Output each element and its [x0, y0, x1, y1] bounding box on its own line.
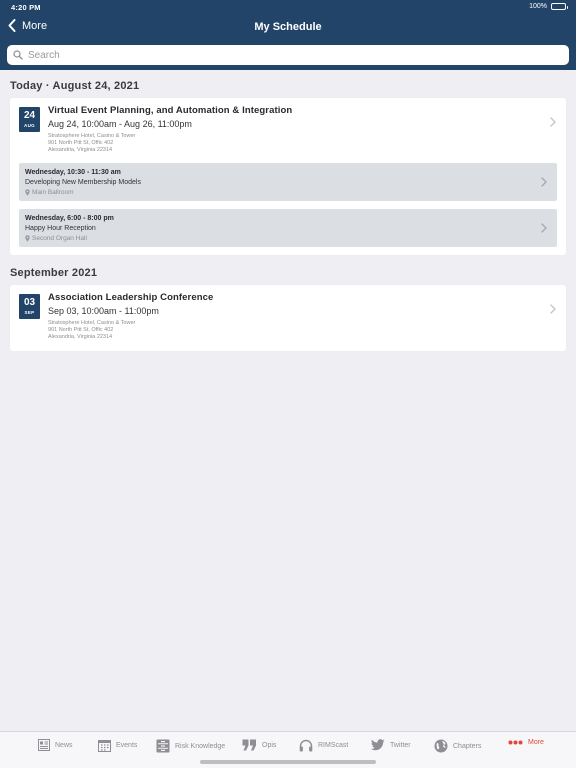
more-icon	[508, 740, 523, 745]
twitter-icon	[371, 739, 385, 751]
session-location-label: Main Ballroom	[32, 189, 74, 196]
section-title-september: September 2021	[10, 267, 98, 279]
address-line: Alexandria, Virginia 22314	[48, 147, 113, 154]
calendar-icon	[98, 740, 111, 752]
navigation-header: 4:20 PM 100% More My Schedule	[0, 0, 576, 70]
session-title: Happy Hour Reception	[25, 225, 96, 232]
cabinet-icon	[156, 739, 170, 753]
session-location: Main Ballroom	[25, 189, 74, 196]
event-card: 24 AUG Virtual Event Planning, and Autom…	[10, 98, 566, 255]
event-title: Association Leadership Conference	[48, 292, 214, 303]
tab-label: News	[55, 741, 73, 749]
session-time: Wednesday, 10:30 - 11:30 am	[25, 169, 121, 176]
event-address: Stratosphere Hotel, Casino & Tower 901 N…	[48, 133, 135, 155]
tab-twitter[interactable]: Twitter	[371, 739, 411, 751]
address-line: 901 North Pitt St, Offic 402	[48, 327, 114, 334]
event-address: Stratosphere Hotel, Casino & Tower 901 N…	[48, 320, 135, 342]
date-month: AUG	[24, 123, 35, 128]
tab-label: Twitter	[390, 741, 411, 749]
page-title: My Schedule	[254, 21, 322, 33]
chevron-left-icon	[8, 19, 16, 32]
session-row[interactable]: Wednesday, 6:00 - 8:00 pm Happy Hour Rec…	[19, 209, 557, 247]
date-day: 24	[23, 110, 36, 121]
address-line: Stratosphere Hotel, Casino & Tower	[48, 320, 136, 326]
date-badge: 24 AUG	[19, 107, 40, 132]
battery-icon	[551, 3, 568, 10]
news-icon	[38, 739, 50, 751]
battery-percent: 100%	[529, 3, 547, 10]
search-input[interactable]	[28, 49, 528, 61]
tab-label: Risk Knowledge	[175, 742, 226, 750]
address-line: Stratosphere Hotel, Casino & Tower	[48, 133, 136, 139]
chevron-right-icon	[550, 117, 556, 127]
tab-opis[interactable]: Opis	[242, 739, 276, 751]
session-location: Second Organ Hall	[25, 235, 87, 242]
globe-icon	[434, 739, 448, 753]
tab-events[interactable]: Events	[98, 739, 137, 752]
location-pin-icon	[25, 235, 30, 242]
tab-news[interactable]: News	[38, 739, 73, 751]
date-badge: 03 SEP	[19, 294, 40, 319]
chevron-right-icon	[541, 177, 547, 187]
tab-label: Events	[116, 742, 138, 749]
session-time: Wednesday, 6:00 - 8:00 pm	[25, 215, 114, 222]
status-time: 4:20 PM	[11, 3, 41, 12]
session-title: Developing New Membership Models	[25, 179, 141, 186]
session-location-label: Second Organ Hall	[32, 235, 87, 242]
event-card: 03 SEP Association Leadership Conference…	[10, 285, 566, 351]
event-time: Sep 03, 10:00am - 11:00pm	[48, 306, 159, 316]
quote-icon	[242, 739, 256, 751]
section-title-today: Today · August 24, 2021	[10, 80, 140, 92]
address-line: 901 North Pitt St, Offic 402	[48, 140, 114, 147]
location-pin-icon	[25, 189, 30, 196]
headphones-icon	[299, 739, 313, 752]
session-row[interactable]: Wednesday, 10:30 - 11:30 am Developing N…	[19, 163, 557, 201]
chevron-right-icon	[550, 304, 556, 314]
tab-label: RIMScast	[318, 742, 349, 749]
tab-label: More	[528, 739, 544, 746]
event-title: Virtual Event Planning, and Automation &…	[48, 105, 293, 116]
date-day: 03	[23, 297, 36, 308]
address-line: Alexandria, Virginia 22314	[48, 334, 113, 341]
home-indicator	[200, 760, 376, 764]
search-bar[interactable]	[7, 45, 569, 65]
search-icon	[13, 50, 23, 60]
back-button[interactable]: More	[8, 19, 47, 32]
tab-chapters[interactable]: Chapters	[434, 739, 481, 753]
tab-rimscast[interactable]: RIMScast	[299, 739, 348, 752]
status-bar-right: 100%	[529, 3, 568, 10]
chevron-right-icon	[541, 223, 547, 233]
event-time: Aug 24, 10:00am - Aug 26, 11:00pm	[48, 119, 192, 129]
tab-label: Opis	[262, 741, 277, 749]
event-row[interactable]: 03 SEP Association Leadership Conference…	[10, 285, 566, 351]
tab-label: Chapters	[453, 742, 482, 750]
tab-risk-knowledge[interactable]: Risk Knowledge	[156, 739, 225, 753]
date-month: SEP	[24, 310, 35, 315]
back-label: More	[22, 19, 48, 32]
tab-more[interactable]: More	[508, 739, 544, 746]
event-row[interactable]: 24 AUG Virtual Event Planning, and Autom…	[10, 98, 566, 156]
